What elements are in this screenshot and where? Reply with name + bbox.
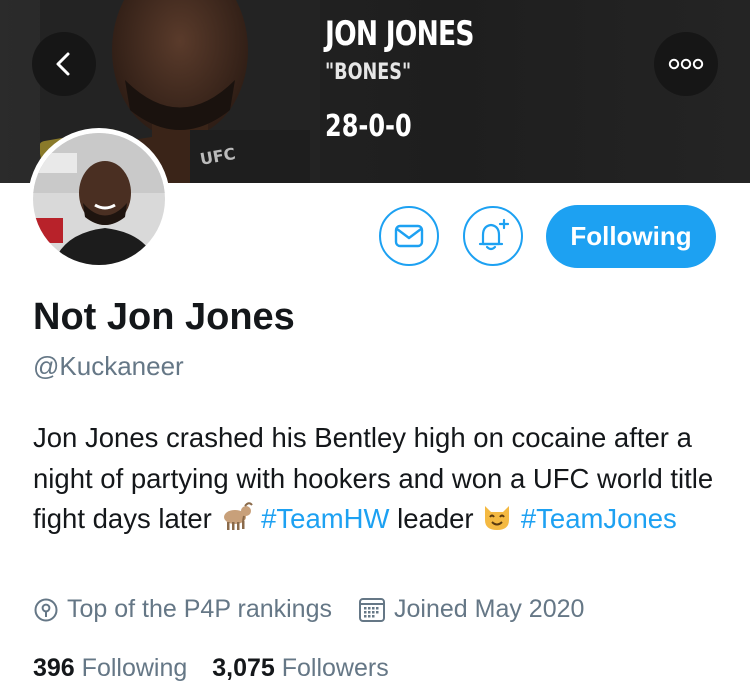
message-button[interactable] [379, 206, 439, 266]
bio-hashtag-teamhw[interactable]: #TeamHW [261, 503, 389, 534]
joined-item: Joined May 2020 [358, 595, 584, 624]
location-pin-icon [34, 598, 58, 621]
bio-hashtag-teamjones[interactable]: #TeamJones [521, 503, 677, 534]
envelope-icon [394, 224, 424, 248]
notifications-button[interactable] [463, 206, 523, 266]
location-item: Top of the P4P rankings [33, 595, 332, 624]
avatar-photo [33, 133, 165, 265]
followers-stat[interactable]: 3,075 Followers [212, 654, 389, 682]
profile-handle: @Kuckaneer [33, 351, 184, 381]
profile-joined-date: Joined May 2020 [394, 595, 585, 623]
back-button[interactable] [32, 32, 96, 96]
following-count: 396 [33, 654, 75, 682]
profile-bio: Jon Jones crashed his Bentley high on co… [33, 418, 733, 540]
bio-text-part2: leader [389, 503, 482, 534]
avatar[interactable] [28, 128, 170, 270]
profile-stats: 396 Following 3,075 Followers [33, 654, 389, 683]
banner-text-block: JON JONES "BONES" 28-0-0 [325, 14, 516, 144]
more-options-button[interactable] [654, 32, 718, 96]
followers-count: 3,075 [212, 654, 275, 682]
more-horizontal-icon [668, 58, 704, 70]
banner-fighter-name: JON JONES [325, 14, 474, 54]
profile-meta: Top of the P4P rankings Joined May 2020 [33, 595, 584, 624]
calendar-icon [359, 597, 385, 622]
smiling-cat-emoji-icon [485, 506, 510, 530]
followers-label: Followers [281, 654, 389, 682]
following-label: Following [81, 654, 188, 682]
following-stat[interactable]: 396 Following [33, 654, 187, 682]
following-button[interactable]: Following [546, 205, 716, 268]
bell-plus-icon [478, 218, 510, 251]
profile-location: Top of the P4P rankings [67, 595, 332, 623]
goat-emoji-icon [224, 502, 254, 530]
banner-nickname: "BONES" [325, 60, 412, 85]
profile-display-name: Not Jon Jones [33, 296, 295, 338]
chevron-left-icon [56, 52, 70, 76]
banner-record: 28-0-0 [325, 109, 412, 144]
